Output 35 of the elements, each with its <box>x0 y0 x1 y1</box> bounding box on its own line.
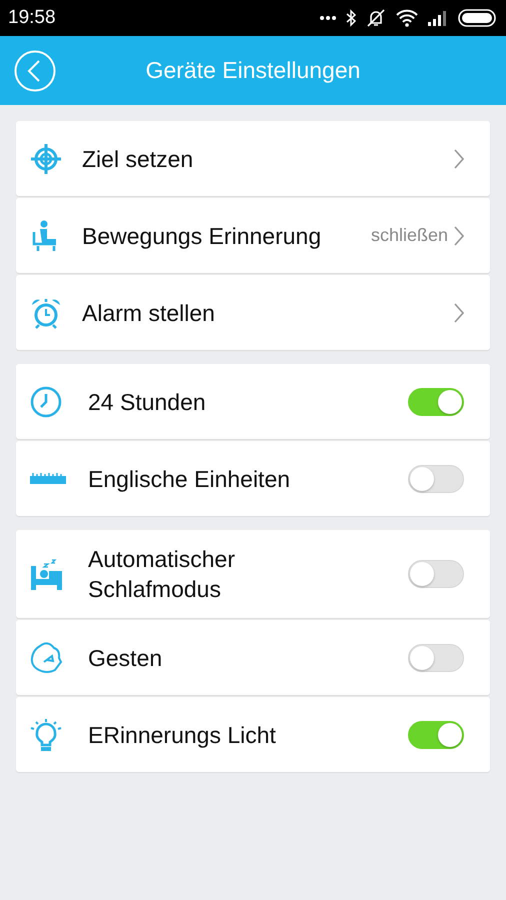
row-label: Gesten <box>88 644 162 672</box>
settings-row[interactable]: Gesten <box>16 620 490 695</box>
settings-row[interactable]: ERinnerungs Licht <box>16 697 490 772</box>
wifi-icon <box>396 9 418 27</box>
toggle-switch[interactable] <box>408 720 464 748</box>
chevron-right-icon <box>454 148 464 168</box>
ruler-icon <box>30 473 66 484</box>
settings-row[interactable]: Automatischer Schlafmodus <box>16 530 490 618</box>
chevron-right-icon <box>454 226 464 246</box>
row-label: ERinnerungs Licht <box>88 720 276 750</box>
settings-row[interactable]: 24 Stunden <box>16 364 490 439</box>
row-label: 24 Stunden <box>88 388 206 416</box>
signal-icon <box>428 10 448 26</box>
toggle-switch[interactable] <box>408 644 464 672</box>
screen-title: Geräte Einstellungen <box>144 57 362 84</box>
row-label: Alarm stellen <box>82 298 215 328</box>
settings-row[interactable]: Ziel setzen <box>16 121 490 196</box>
muted-bell-icon <box>366 9 386 27</box>
row-value: schließen <box>370 225 448 246</box>
toggle-switch[interactable] <box>408 560 464 588</box>
battery-icon <box>458 9 496 27</box>
toggle-switch[interactable] <box>408 388 464 416</box>
row-label: Ziel setzen <box>82 144 194 174</box>
settings-row[interactable]: Englische Einheiten <box>16 441 490 516</box>
back-icon[interactable] <box>14 50 56 92</box>
row-label: Automatischer Schlafmodus <box>88 545 236 604</box>
row-label: Englische Einheiten <box>88 464 290 494</box>
settings-row[interactable]: Bewegungs Erinnerung schließen <box>16 198 490 273</box>
more-icon <box>320 15 336 21</box>
toggle-switch[interactable] <box>408 464 464 492</box>
chevron-right-icon <box>454 302 464 322</box>
row-label: Bewegungs Erinnerung <box>82 222 322 250</box>
settings-row[interactable]: Alarm stellen <box>16 275 490 350</box>
status-time: 19:58 <box>8 7 56 29</box>
bluetooth-icon <box>346 9 356 27</box>
